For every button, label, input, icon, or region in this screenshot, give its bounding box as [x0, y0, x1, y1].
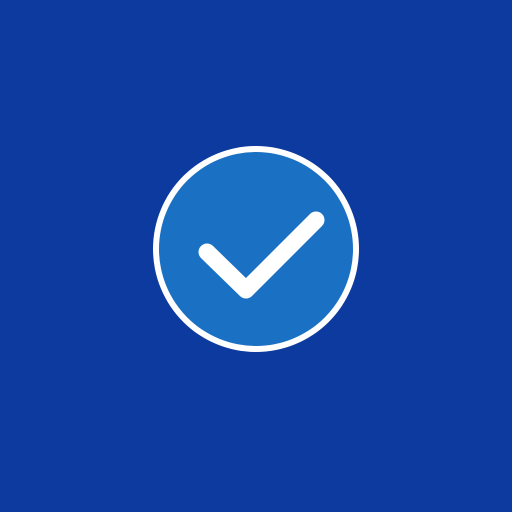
- check-circle-icon: [153, 146, 359, 352]
- badge-disc: [159, 152, 353, 346]
- check-badge: [150, 143, 362, 355]
- app-background: [0, 0, 512, 512]
